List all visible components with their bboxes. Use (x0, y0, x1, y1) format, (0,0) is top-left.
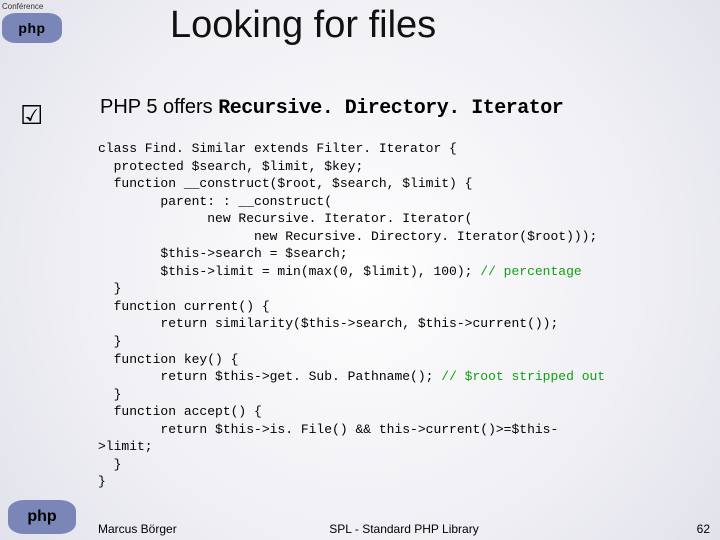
slide-footer: Marcus Börger SPL - Standard PHP Library… (98, 522, 710, 536)
footer-page-number: 62 (697, 522, 710, 536)
slide-title: Looking for files (170, 4, 700, 47)
footer-author: Marcus Börger (98, 522, 177, 536)
conference-label: Conférence (2, 2, 88, 11)
bullet-column: ☑ (20, 100, 43, 131)
slide-subtitle: PHP 5 offers Recursive. Directory. Itera… (100, 96, 710, 120)
check-icon: ☑ (20, 100, 43, 131)
code-listing: class Find. Similar extends Filter. Iter… (98, 140, 714, 510)
subtitle-classname: Recursive. Directory. Iterator (218, 97, 563, 120)
sidebar: Conférence php ☑ php (0, 0, 90, 540)
php-logo-icon: php (8, 500, 76, 534)
subtitle-text: PHP 5 offers (100, 96, 218, 118)
conference-logo: Conférence php (2, 2, 88, 43)
php-logo-icon: php (2, 13, 62, 43)
footer-library: SPL - Standard PHP Library (329, 522, 478, 536)
php-logo-bottom: php (8, 500, 76, 534)
